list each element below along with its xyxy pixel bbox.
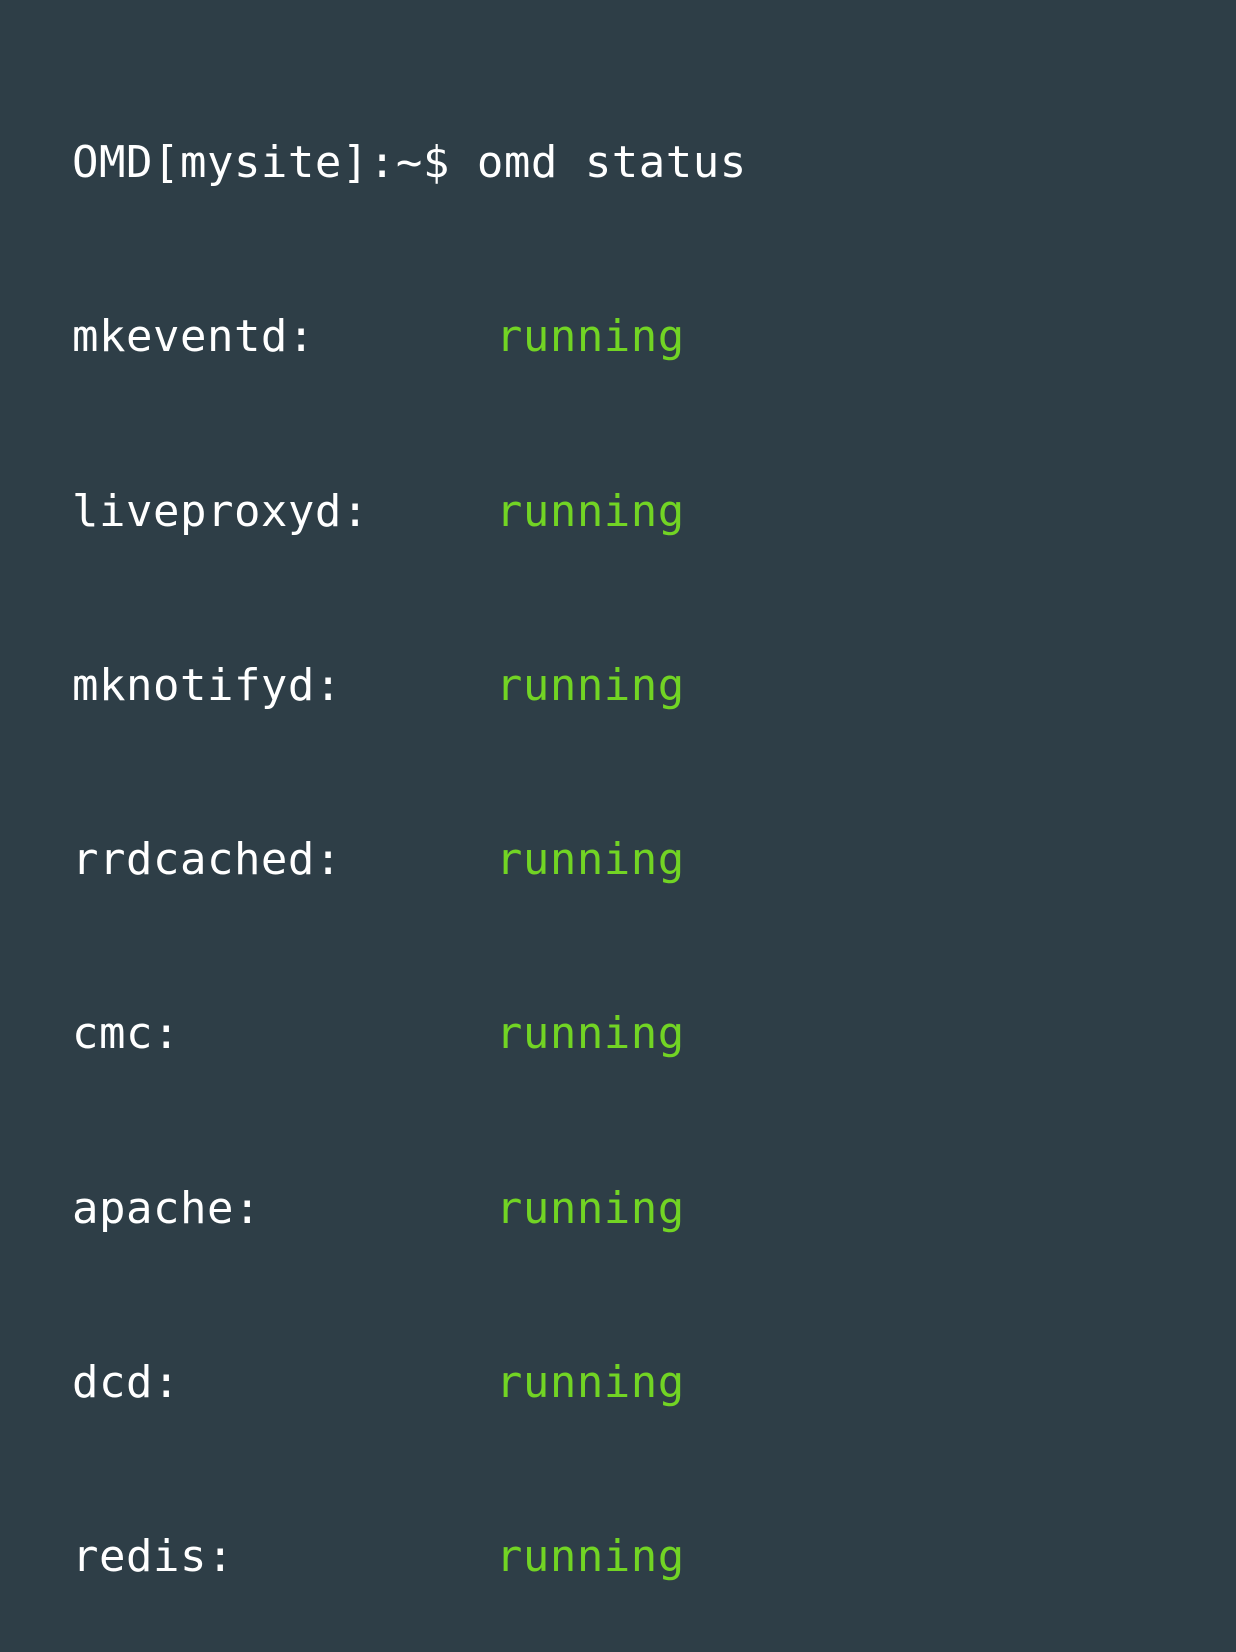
terminal-output[interactable]: OMD[mysite]:~$ omd status mkeventd:runni… — [72, 18, 1236, 1652]
service-row: rrdcached:running — [72, 831, 1236, 889]
service-status: running — [496, 311, 685, 362]
service-status: running — [496, 834, 685, 885]
service-row: mknotifyd:running — [72, 657, 1236, 715]
service-name: redis: — [72, 1528, 496, 1586]
service-row: apache:running — [72, 1180, 1236, 1238]
service-name: mknotifyd: — [72, 657, 496, 715]
service-status: running — [496, 1008, 685, 1059]
service-name: mkeventd: — [72, 308, 496, 366]
service-name: rrdcached: — [72, 831, 496, 889]
service-name: liveproxyd: — [72, 483, 496, 541]
service-row: mkeventd:running — [72, 308, 1236, 366]
service-row: liveproxyd:running — [72, 483, 1236, 541]
service-row: cmc:running — [72, 1005, 1236, 1063]
command-line: OMD[mysite]:~$ omd status — [72, 134, 1236, 192]
command-text: omd status — [477, 137, 747, 188]
service-row: dcd:running — [72, 1354, 1236, 1412]
service-status: running — [496, 486, 685, 537]
service-status: running — [496, 1357, 685, 1408]
service-name: cmc: — [72, 1005, 496, 1063]
shell-prompt: OMD[mysite]:~$ — [72, 137, 477, 188]
service-name: dcd: — [72, 1354, 496, 1412]
service-status: running — [496, 1183, 685, 1234]
service-status: running — [496, 1531, 685, 1582]
service-row: redis:running — [72, 1528, 1236, 1586]
service-status: running — [496, 660, 685, 711]
service-name: apache: — [72, 1180, 496, 1238]
